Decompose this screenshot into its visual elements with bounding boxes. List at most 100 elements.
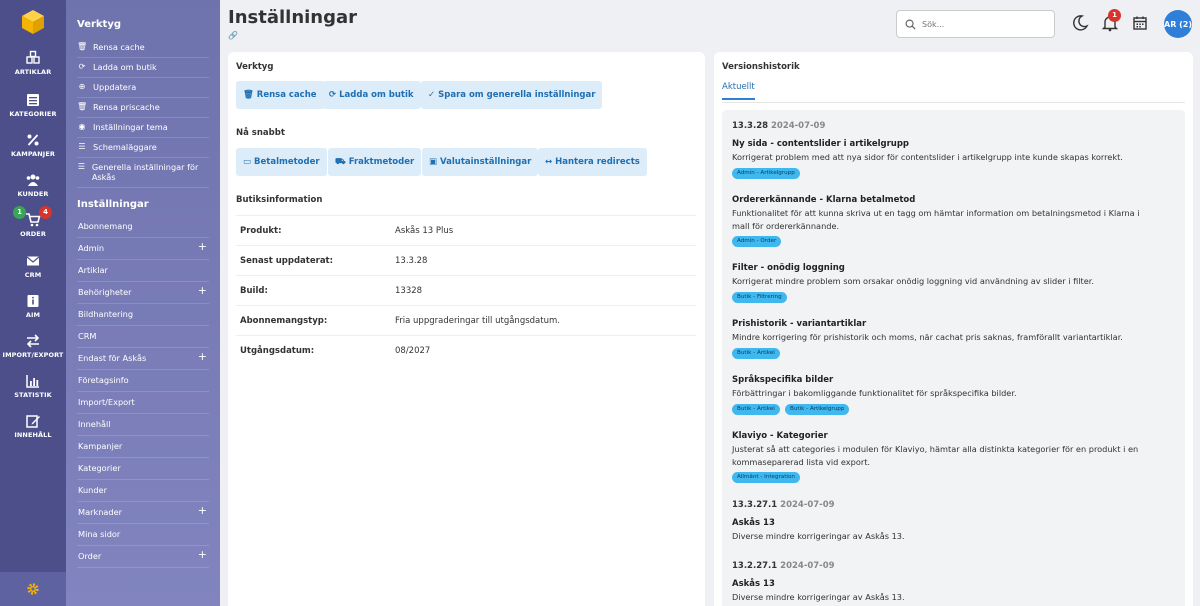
- settings-item[interactable]: Innehåll: [77, 414, 209, 436]
- list-icon: [27, 94, 39, 106]
- version-header: 13.3.28 2024-07-09: [732, 121, 825, 131]
- cube-logo-icon: [22, 10, 44, 34]
- notifications-button[interactable]: 1: [1101, 9, 1121, 32]
- entry-tag: Butik - Filtrering: [732, 292, 787, 303]
- settings-item[interactable]: Order +: [77, 546, 209, 568]
- settings-item[interactable]: CRM: [77, 326, 209, 348]
- entry-description: Diverse mindre korrigeringar av Askås 13…: [732, 531, 905, 541]
- currency-settings-button[interactable]: ▣ Valutainställningar: [422, 148, 539, 176]
- panel-tool-schemalaggare[interactable]: ☰ Schemaläggare: [77, 138, 209, 158]
- panel-tool-label: Ladda om butik: [93, 62, 157, 72]
- settings-item[interactable]: Artiklar: [77, 260, 209, 282]
- settings-item[interactable]: Import/Export: [77, 392, 209, 414]
- info-key: Utgångsdatum:: [240, 345, 315, 356]
- version-number: 13.3.27.1: [732, 500, 778, 510]
- panel-tool-label: Uppdatera: [93, 82, 137, 92]
- info-row-last-updated: Senast uppdaterat: 13.3.28: [236, 245, 696, 275]
- entry-title: Ny sida - contentslider i artikelgrupp: [732, 139, 909, 149]
- settings-item[interactable]: Kategorier: [77, 458, 209, 480]
- plus-circle-icon: ⊕: [78, 82, 86, 91]
- info-row-build: Build: 13328: [236, 275, 696, 305]
- version-number: 13.2.27.1: [732, 561, 778, 571]
- settings-item[interactable]: Företagsinfo: [77, 370, 209, 392]
- credit-card-icon: ▭: [243, 157, 252, 167]
- settings-gear-button[interactable]: [0, 572, 66, 606]
- user-avatar[interactable]: AR (2): [1164, 10, 1192, 38]
- expand-plus-icon[interactable]: +: [198, 351, 207, 363]
- panel-tool-rensa-priscache[interactable]: 🗑 Rensa priscache: [77, 98, 209, 118]
- rail-item-innehall[interactable]: INNEHÅLL: [0, 413, 66, 439]
- settings-item[interactable]: Marknader +: [77, 502, 209, 524]
- settings-item[interactable]: Kunder: [77, 480, 209, 502]
- settings-item-label: Bildhantering: [78, 309, 134, 319]
- info-row-subscription-type: Abonnemangstyp: Fria uppgraderingar till …: [236, 305, 696, 335]
- truck-icon: ⛟: [335, 156, 346, 167]
- rail-item-kunder[interactable]: KUNDER: [0, 172, 66, 198]
- payment-methods-button[interactable]: ▭ Betalmetoder: [236, 148, 327, 176]
- settings-item[interactable]: Behörigheter +: [77, 282, 209, 304]
- store-info-title: Butiksinformation: [236, 195, 323, 205]
- panel-tool-installningar-tema[interactable]: ◉ Inställningar tema: [77, 118, 209, 138]
- clear-cache-button[interactable]: 🗑 Rensa cache: [236, 81, 324, 109]
- rail-item-statistik[interactable]: STATISTIK: [0, 373, 66, 399]
- rail-label: ARTIKLAR: [14, 68, 52, 76]
- entry-title: Språkspecifika bilder: [732, 375, 834, 385]
- rail-item-kampanjer[interactable]: KAMPANJER: [0, 132, 66, 158]
- entry-title: Ordererkännande - Klarna betalmetod: [732, 195, 916, 205]
- info-value: 13328: [395, 285, 423, 296]
- settings-item[interactable]: Kampanjer: [77, 436, 209, 458]
- panel-tool-label: Generella inställningar för Askås: [91, 162, 199, 182]
- info-value: Askås 13 Plus: [395, 225, 454, 236]
- entry-title: Prishistorik - variantartiklar: [732, 319, 867, 329]
- version-number: 13.3.28: [732, 121, 769, 131]
- entry-title: Klaviyo - Kategorier: [732, 431, 828, 441]
- tab-aktuellt[interactable]: Aktuellt: [722, 82, 755, 100]
- link-icon[interactable]: 🔗: [228, 31, 238, 40]
- panel-tool-rensa-cache[interactable]: 🗑 Rensa cache: [77, 38, 209, 58]
- button-label: Valutainställningar: [440, 157, 532, 167]
- rail-item-order[interactable]: ORDER 1 4: [0, 206, 66, 238]
- calendar-icon[interactable]: [1131, 14, 1149, 32]
- panel-tool-ladda-om-butik[interactable]: ⟳ Ladda om butik: [77, 58, 209, 78]
- order-badge-green: 1: [13, 206, 26, 219]
- panel-tool-label: Rensa priscache: [93, 102, 160, 112]
- settings-item-label: Mina sidor: [78, 529, 121, 539]
- settings-item[interactable]: Admin +: [77, 238, 209, 260]
- settings-item[interactable]: Bildhantering: [77, 304, 209, 326]
- reload-icon: ⟳: [78, 62, 86, 71]
- settings-item[interactable]: Abonnemang: [77, 216, 209, 238]
- order-badge-red: 4: [39, 206, 52, 219]
- shipping-methods-button[interactable]: ⛟ Fraktmetoder: [328, 148, 422, 176]
- rail-item-import-export[interactable]: IMPORT/EXPORT: [0, 333, 66, 359]
- expand-plus-icon[interactable]: +: [198, 241, 207, 253]
- settings-item[interactable]: Mina sidor: [77, 524, 209, 546]
- rail-item-artiklar[interactable]: ARTIKLAR: [0, 50, 66, 76]
- info-key: Produkt:: [240, 225, 282, 236]
- search-icon: [905, 19, 916, 30]
- rail-item-kategorier[interactable]: KATEGORIER: [0, 92, 66, 118]
- logo[interactable]: [0, 0, 66, 44]
- rail-label: KAMPANJER: [11, 150, 55, 158]
- edit-icon: [26, 415, 40, 428]
- version-history-card: Versionshistorik Aktuellt 13.3.28 2024-0…: [714, 52, 1193, 606]
- panel-tool-uppdatera[interactable]: ⊕ Uppdatera: [77, 78, 209, 98]
- info-row-product: Produkt: Askås 13 Plus: [236, 215, 696, 245]
- search-box[interactable]: [896, 10, 1055, 38]
- settings-item[interactable]: Endast för Askås +: [77, 348, 209, 370]
- rail-item-aim[interactable]: AIM: [0, 293, 66, 319]
- version-history-title: Versionshistorik: [722, 62, 800, 72]
- expand-plus-icon[interactable]: +: [198, 285, 207, 297]
- manage-redirects-button[interactable]: ↔ Hantera redirects: [538, 148, 647, 176]
- rail-item-crm[interactable]: CRM: [0, 253, 66, 279]
- reload-store-button[interactable]: ⟳ Ladda om butik: [322, 81, 421, 109]
- expand-plus-icon[interactable]: +: [198, 505, 207, 517]
- info-icon: [27, 295, 39, 307]
- entry-tag: Admin - Artikelgrupp: [732, 168, 800, 179]
- panel-tool-generella-installningar[interactable]: ☰ Generella inställningar för Askås: [77, 158, 209, 188]
- resave-general-settings-button[interactable]: ✓ Spara om generella inställningar: [421, 81, 603, 109]
- info-value: 13.3.28: [395, 255, 428, 266]
- moon-icon[interactable]: [1071, 14, 1089, 32]
- expand-plus-icon[interactable]: +: [198, 549, 207, 561]
- quick-section-title: Nå snabbt: [236, 128, 285, 138]
- search-input[interactable]: [922, 19, 1032, 29]
